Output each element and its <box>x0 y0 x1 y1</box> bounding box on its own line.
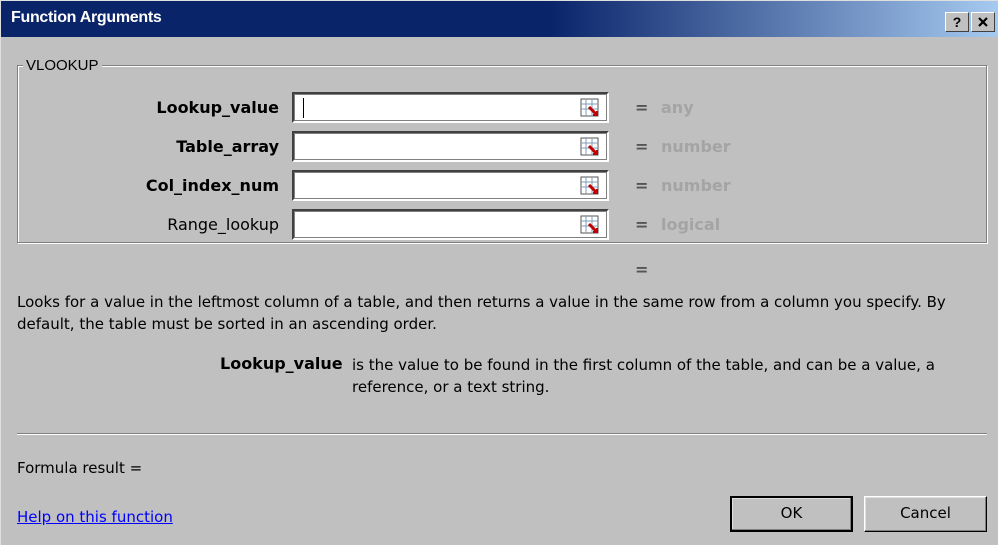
collapse-dialog-icon[interactable] <box>580 137 600 157</box>
arg-result-table-array: number <box>661 137 731 156</box>
equals-sign: = <box>635 98 649 117</box>
table-array-input[interactable] <box>294 133 580 158</box>
cancel-button[interactable]: Cancel <box>864 496 987 532</box>
arg-label-range-lookup: Range_lookup <box>167 215 279 234</box>
window-title: Function Arguments <box>11 9 162 26</box>
close-button[interactable]: X <box>971 12 995 32</box>
collapse-dialog-icon[interactable] <box>580 215 600 235</box>
formula-result: Formula result = <box>17 459 143 477</box>
arg-result-range-lookup: logical <box>661 215 721 234</box>
range-lookup-input[interactable] <box>294 211 580 236</box>
ok-button[interactable]: OK <box>730 496 853 532</box>
lookup-value-input[interactable] <box>294 94 580 119</box>
close-x-glyph <box>978 17 988 27</box>
function-description: Looks for a value in the leftmost column… <box>17 293 946 333</box>
group-legend: VLOOKUP <box>23 57 102 74</box>
arg-result-lookup-value: any <box>661 98 694 117</box>
help-button[interactable]: ? <box>945 12 969 32</box>
argument-help-text: is the value to be found in the first co… <box>352 356 935 396</box>
arg-label-lookup-value: Lookup_value <box>156 98 279 117</box>
range-lookup-input-box[interactable] <box>292 209 609 240</box>
arg-result-col-index-num: number <box>661 176 731 195</box>
equals-sign: = <box>635 176 649 195</box>
function-arguments-dialog: Function Arguments ? X VLOOKUP Lookup_va… <box>0 0 998 545</box>
title-bar[interactable]: Function Arguments ? X <box>1 1 998 37</box>
equals-sign: = <box>635 137 649 156</box>
argument-help-name: Lookup_value <box>220 354 343 373</box>
table-array-input-box[interactable] <box>292 131 609 162</box>
arg-label-table-array: Table_array <box>176 137 279 156</box>
collapse-dialog-icon[interactable] <box>580 98 600 118</box>
text-cursor <box>303 98 304 118</box>
separator <box>17 433 987 435</box>
lookup-value-input-box[interactable] <box>292 92 609 123</box>
col-index-num-input-box[interactable] <box>292 170 609 201</box>
help-on-function-link[interactable]: Help on this function <box>17 508 173 526</box>
collapse-dialog-icon[interactable] <box>580 176 600 196</box>
function-result-equals: = <box>635 260 649 279</box>
arg-label-col-index-num: Col_index_num <box>145 176 279 195</box>
equals-sign: = <box>635 215 649 234</box>
col-index-num-input[interactable] <box>294 172 580 197</box>
